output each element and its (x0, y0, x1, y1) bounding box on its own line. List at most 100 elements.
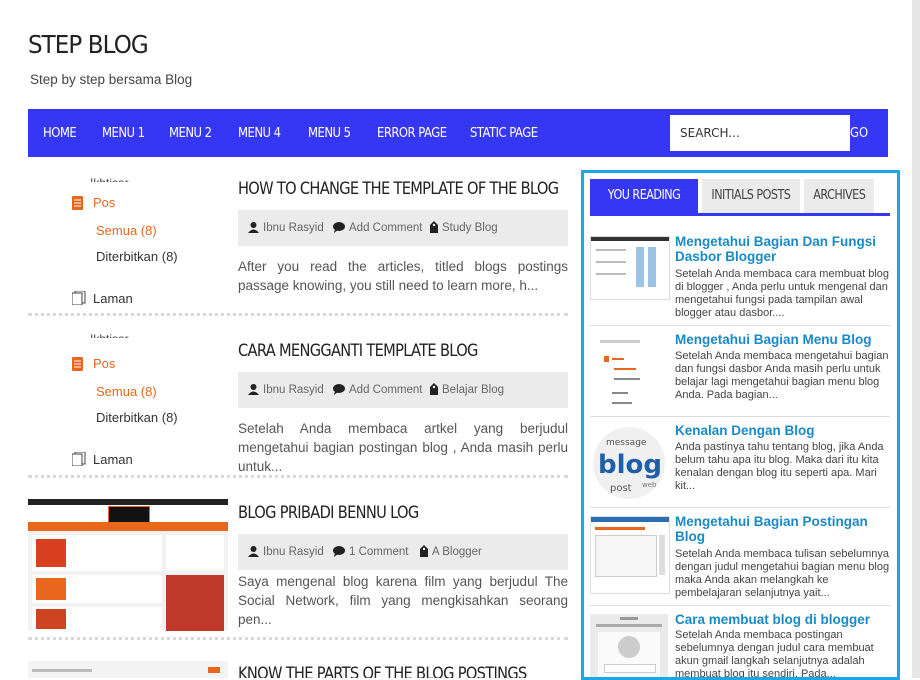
thumb-laman: Laman (93, 291, 133, 306)
nav-menu-4[interactable]: MENU 4 (238, 109, 281, 157)
post-label[interactable]: A Blogger (432, 546, 482, 558)
blog-wordcloud-image: blog message post web (593, 427, 665, 499)
nav-menu-2[interactable]: MENU 2 (169, 109, 212, 157)
thumb-cut-text: Ikhtisar (90, 176, 129, 182)
post-title[interactable]: KNOW THE PARTS OF THE BLOG POSTINGS (238, 664, 527, 678)
nav-home[interactable]: HOME (43, 109, 77, 157)
tag-icon (430, 383, 438, 395)
post-thumbnail[interactable] (28, 661, 228, 678)
blog-title[interactable]: STEP BLOG (28, 30, 149, 59)
post-meta: Ibnu Rasyid 1 Comment A Blogger (238, 534, 568, 570)
sidebar-post-item: blog message post web Kenalan Dengan Blo… (590, 423, 890, 507)
svg-text:web: web (642, 481, 657, 489)
post-label[interactable]: Study Blog (442, 222, 498, 234)
post-author[interactable]: Ibnu Rasyid (263, 222, 324, 234)
thumb-laman: Laman (93, 452, 133, 467)
tab-initials-posts[interactable]: INITIALS POSTS (702, 179, 800, 213)
post-divider (28, 637, 568, 640)
sidebar-divider (590, 416, 890, 417)
tag-icon (420, 545, 428, 557)
sidebar-post-title[interactable]: Mengetahui Bagian Menu Blog (675, 332, 890, 347)
sidebar-divider (590, 325, 890, 326)
thumb-pos: Pos (93, 356, 116, 371)
nav-error-page[interactable]: ERROR PAGE (377, 109, 447, 157)
sidebar-post-title[interactable]: Mengetahui Bagian Dan Fungsi Dasbor Blog… (675, 234, 890, 264)
sidebar-divider (590, 605, 890, 606)
thumb-diterbitkan: Diterbitkan (8) (96, 410, 178, 425)
sidebar-divider (590, 507, 890, 508)
post-thumbnail[interactable]: Ikhtisar Pos Semua (8) Diterbitkan (8) L… (28, 332, 228, 472)
thumb-cut-text: Ikhtisar (90, 332, 129, 338)
sidebar-thumbnail[interactable] (590, 334, 668, 412)
nav-menu-1[interactable]: MENU 1 (102, 109, 145, 157)
sidebar-thumbnail[interactable] (590, 236, 670, 300)
sidebar-post-item: Mengetahui Bagian Dan Fungsi Dasbor Blog… (590, 234, 890, 326)
post-comments[interactable]: 1 Comment (349, 546, 408, 558)
post-comments[interactable]: Add Comment (349, 222, 423, 234)
sidebar-post-item: Mengetahui Bagian Postingan Blog Setelah… (590, 514, 890, 606)
sidebar-post-item: Cara membuat blog di blogger Setelah And… (590, 612, 890, 680)
search-input[interactable] (670, 115, 850, 151)
sidebar-post-item: Mengetahui Bagian Menu Blog Setelah Anda… (590, 332, 890, 418)
tag-icon (430, 221, 438, 233)
window-edge (912, 0, 920, 678)
svg-text:message: message (606, 438, 647, 448)
post-card: BLOG PRIBADI BENNU LOG Ibnu Rasyid 1 Com… (28, 494, 568, 644)
post-icon (72, 357, 83, 371)
sidebar-post-title[interactable]: Mengetahui Bagian Postingan Blog (675, 514, 890, 544)
blog-description: Step by step bersama Blog (30, 72, 193, 87)
post-snippet: Setelah Anda membaca artkel yang berjudu… (238, 421, 568, 474)
sidebar-thumbnail[interactable] (590, 516, 670, 594)
nav-menu-5[interactable]: MENU 5 (308, 109, 351, 157)
tab-you-reading-this[interactable]: YOU READING THIS (590, 179, 698, 237)
sidebar-thumbnail[interactable] (590, 614, 668, 677)
post-card: Ikhtisar Pos Semua (8) Diterbitkan (8) L… (28, 170, 568, 320)
sidebar-post-text: Anda pastinya tahu tentang blog, jika An… (675, 441, 884, 492)
post-meta: Ibnu Rasyid Add Comment Belajar Blog (238, 372, 568, 408)
sidebar-post-title[interactable]: Kenalan Dengan Blog (675, 423, 890, 438)
svg-text:post: post (610, 483, 632, 494)
sidebar-post-text: Setelah Anda membaca cara membuat blog d… (675, 268, 890, 319)
post-title[interactable]: HOW TO CHANGE THE TEMPLATE OF THE BLOG (238, 179, 559, 199)
page-icon (72, 452, 86, 466)
comment-icon (333, 222, 345, 233)
tab-underline (590, 213, 890, 216)
post-snippet: After you read the articles, titled blog… (238, 259, 568, 293)
sidebar-post-title[interactable]: Cara membuat blog di blogger (675, 612, 890, 627)
svg-text:blog: blog (598, 450, 662, 480)
post-label[interactable]: Belajar Blog (442, 384, 504, 396)
post-snippet: Saya mengenal blog karena film yang berj… (238, 574, 568, 627)
comment-icon (333, 546, 345, 557)
user-icon (248, 222, 259, 233)
sidebar-post-text: Setelah Anda membaca postingan sebelumny… (675, 629, 874, 680)
post-title[interactable]: CARA MENGGANTI TEMPLATE BLOG (238, 341, 478, 361)
post-thumbnail[interactable] (28, 499, 228, 631)
post-meta: Ibnu Rasyid Add Comment Study Blog (238, 210, 568, 246)
search-go-button[interactable]: GO (850, 109, 868, 157)
post-card: Ikhtisar Pos Semua (8) Diterbitkan (8) L… (28, 332, 568, 482)
post-divider (28, 475, 568, 478)
post-author[interactable]: Ibnu Rasyid (263, 546, 324, 558)
post-icon (72, 196, 83, 210)
user-icon (248, 546, 259, 557)
user-icon (248, 384, 259, 395)
comment-icon (333, 384, 345, 395)
thumb-semua: Semua (8) (96, 223, 157, 238)
post-card: KNOW THE PARTS OF THE BLOG POSTINGS (28, 656, 568, 678)
sidebar-thumbnail[interactable]: blog message post web (590, 425, 668, 501)
post-comments[interactable]: Add Comment (349, 384, 423, 396)
tab-archives[interactable]: ARCHIVES (804, 179, 874, 213)
thumb-semua: Semua (8) (96, 384, 157, 399)
page-icon (72, 291, 86, 305)
post-author[interactable]: Ibnu Rasyid (263, 384, 324, 396)
post-thumbnail[interactable]: Ikhtisar Pos Semua (8) Diterbitkan (8) L… (28, 170, 228, 310)
sidebar-post-text: Setelah Anda membaca tulisan sebelumnya … (675, 548, 890, 599)
post-title[interactable]: BLOG PRIBADI BENNU LOG (238, 503, 419, 523)
nav-static-page[interactable]: STATIC PAGE (470, 109, 538, 157)
post-divider (28, 313, 568, 316)
thumb-diterbitkan: Diterbitkan (8) (96, 249, 178, 264)
sidebar-post-text: Setelah Anda membaca mengetahui bagian d… (675, 350, 889, 401)
sidebar-widget: YOU READING THIS INITIALS POSTS ARCHIVES… (581, 170, 900, 680)
main-nav: HOME MENU 1 MENU 2 MENU 4 MENU 5 ERROR P… (28, 109, 888, 157)
thumb-pos: Pos (93, 195, 116, 210)
